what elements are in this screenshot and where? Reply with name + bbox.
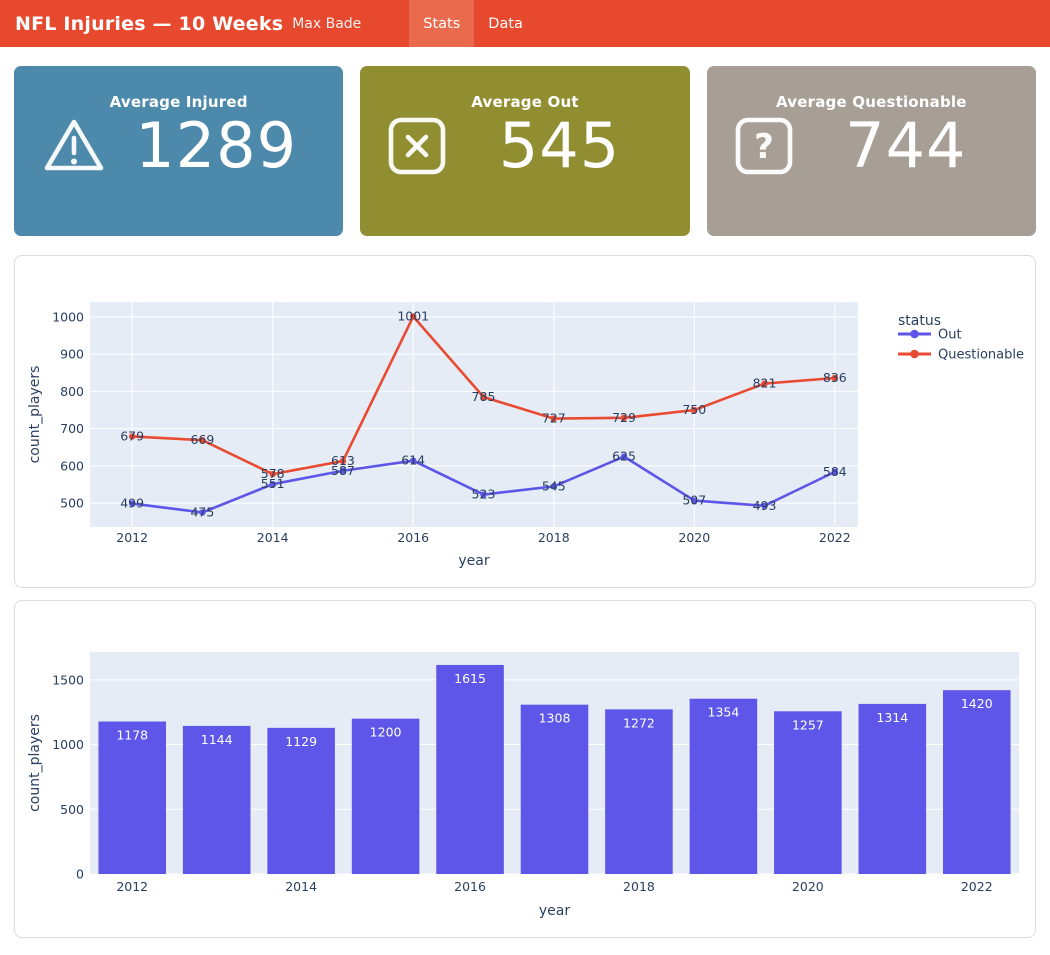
svg-text:?: ?: [754, 127, 774, 167]
svg-text:2012: 2012: [116, 530, 148, 545]
bar-2016[interactable]: [436, 665, 504, 874]
line-chart-panel: 2012 2014 2016 2018 2020 2022 500 600 700 800 900 1…: [14, 255, 1036, 588]
data-point-label: 493: [753, 498, 777, 513]
card-average-injured: Average Injured 1289: [14, 66, 343, 236]
svg-text:500: 500: [60, 496, 84, 511]
card-value: 1289: [107, 115, 325, 177]
y-axis-label: count_players: [27, 366, 43, 464]
data-point-label: 679: [120, 428, 144, 443]
page-subtitle: Max Bade: [292, 16, 361, 32]
svg-text:2016: 2016: [397, 530, 429, 545]
bar-label: 1129: [285, 734, 317, 749]
svg-text:800: 800: [60, 384, 84, 399]
page-title: NFL Injuries — 10 Weeks: [15, 13, 283, 35]
card-average-questionable: Average Questionable ? 744: [707, 66, 1036, 236]
tab-bar: Stats Data: [409, 0, 537, 47]
x-axis-label: year: [458, 553, 489, 569]
data-point-label: 727: [542, 411, 566, 426]
svg-text:0: 0: [76, 867, 84, 882]
svg-text:2020: 2020: [678, 530, 710, 545]
line-chart[interactable]: 2012 2014 2016 2018 2020 2022 500 600 700 800 900 1…: [15, 256, 1035, 587]
bar-label: 1354: [708, 705, 740, 720]
data-point-label: 545: [542, 478, 566, 493]
app-header: NFL Injuries — 10 Weeks Max Bade Stats D…: [0, 0, 1050, 47]
data-point-label: 613: [331, 453, 355, 468]
data-point-label: 625: [612, 449, 636, 464]
bar-2019[interactable]: [690, 699, 758, 874]
bar-chart[interactable]: 0 500 1000 1500 1178 1144 1129 1200 1615 1308 1272…: [15, 601, 1035, 937]
card-title: Average Injured: [14, 66, 343, 111]
svg-text:2022: 2022: [961, 879, 993, 894]
bar-2021[interactable]: [859, 704, 927, 874]
legend-title: status: [898, 313, 941, 329]
card-title: Average Out: [360, 66, 689, 111]
data-point-label: 507: [682, 493, 706, 508]
svg-text:2014: 2014: [257, 530, 289, 545]
data-point-label: 475: [190, 504, 214, 519]
x-square-icon: [387, 116, 447, 176]
data-point-label: 578: [261, 466, 285, 481]
data-point-label: 821: [753, 376, 777, 391]
data-point-label: 614: [401, 453, 425, 468]
card-value: 744: [794, 115, 1018, 177]
data-point-label: 499: [120, 496, 144, 511]
bar-label: 1615: [454, 671, 486, 686]
bar-label: 1272: [623, 715, 655, 730]
svg-text:500: 500: [60, 802, 84, 817]
bar-2018[interactable]: [605, 709, 673, 874]
legend-label[interactable]: Questionable: [938, 348, 1024, 363]
bar-label: 1144: [201, 732, 233, 747]
svg-text:2014: 2014: [285, 879, 317, 894]
svg-text:600: 600: [60, 458, 84, 473]
question-square-icon: ?: [734, 116, 794, 176]
data-point-label: 750: [682, 402, 706, 417]
data-point-label: 1001: [397, 309, 429, 324]
legend-label[interactable]: Out: [938, 328, 962, 343]
tab-stats[interactable]: Stats: [409, 0, 474, 47]
bar-2013[interactable]: [183, 726, 251, 874]
svg-text:1000: 1000: [52, 309, 84, 324]
bar-label: 1200: [370, 725, 402, 740]
data-point-label: 669: [190, 432, 214, 447]
data-point-label: 523: [472, 487, 496, 502]
data-point-label: 785: [472, 389, 496, 404]
svg-text:1500: 1500: [52, 672, 84, 687]
svg-text:2022: 2022: [819, 530, 851, 545]
bar-2017[interactable]: [521, 705, 589, 874]
bar-chart-panel: 0 500 1000 1500 1178 1144 1129 1200 1615 1308 1272…: [14, 600, 1036, 938]
data-point-label: 729: [612, 410, 636, 425]
bar-2022[interactable]: [943, 690, 1011, 874]
stat-cards: Average Injured 1289 Average Out 545 Ave…: [14, 66, 1036, 236]
legend-swatch-dot: [910, 350, 919, 359]
card-average-out: Average Out 545: [360, 66, 689, 236]
bar-label: 1314: [876, 710, 908, 725]
legend-swatch-dot: [910, 330, 919, 339]
card-title: Average Questionable: [707, 66, 1036, 111]
svg-text:2016: 2016: [454, 879, 486, 894]
data-point-label: 584: [823, 464, 847, 479]
card-value: 545: [447, 115, 671, 177]
bar-label: 1178: [116, 728, 148, 743]
svg-text:1000: 1000: [52, 737, 84, 752]
bar-2012[interactable]: [98, 722, 166, 874]
svg-text:2018: 2018: [538, 530, 570, 545]
svg-text:2018: 2018: [623, 879, 655, 894]
svg-text:2012: 2012: [116, 879, 148, 894]
bar-2014[interactable]: [267, 728, 335, 874]
tab-data[interactable]: Data: [474, 0, 537, 47]
y-axis-label: count_players: [27, 714, 43, 812]
data-point-label: 836: [823, 370, 847, 385]
bar-label: 1420: [961, 696, 993, 711]
svg-text:900: 900: [60, 347, 84, 362]
warning-triangle-icon: [41, 115, 107, 177]
svg-text:700: 700: [60, 421, 84, 436]
x-axis-label: year: [539, 903, 570, 919]
bar-2015[interactable]: [352, 719, 420, 874]
svg-text:2020: 2020: [792, 879, 824, 894]
bar-2020[interactable]: [774, 711, 842, 874]
bar-label: 1257: [792, 717, 824, 732]
bar-label: 1308: [539, 711, 571, 726]
